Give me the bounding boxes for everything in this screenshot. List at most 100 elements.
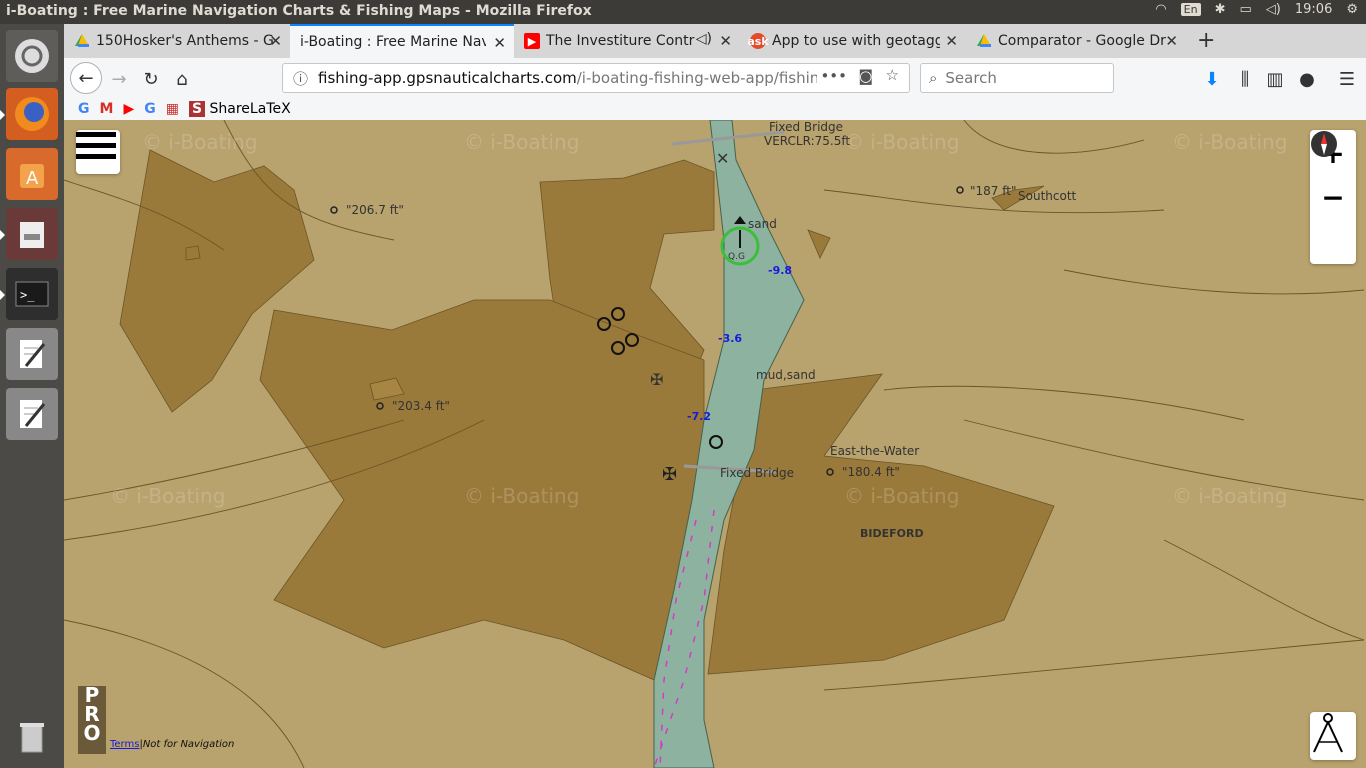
clock[interactable]: 19:06 [1295, 2, 1332, 17]
height-label: "203.4 ft" [392, 399, 450, 413]
url-bar[interactable]: ⓘ fishing-app.gpsnauticalcharts.com /i-b… [282, 63, 910, 93]
height-label: "187 ft" [970, 184, 1017, 198]
watermark: © i-Boating [1172, 130, 1288, 154]
compass-icon [1311, 131, 1337, 157]
search-icon: ⌕ [929, 69, 938, 87]
divider-compass-icon [1313, 713, 1343, 753]
firefox-icon[interactable] [0, 88, 58, 140]
watermark: © i-Boating [142, 130, 258, 154]
downloads-icon[interactable]: ⬇ [1197, 64, 1227, 94]
map-footer: Terms|Not for Navigation [110, 739, 235, 750]
sidebar-icon[interactable]: ▥ [1260, 64, 1290, 94]
bluetooth-icon[interactable]: ✱ [1215, 2, 1226, 17]
depth-sounding: -9.8 [768, 264, 793, 277]
navigation-bar: ← → ↻ ⌂ ⓘ fishing-app.gpsnauticalcharts.… [64, 58, 1366, 99]
sharelatex-icon: S [188, 101, 206, 117]
youtube-bookmark-icon[interactable]: ▶ [123, 101, 134, 117]
trash-icon[interactable] [6, 710, 58, 762]
light-label: Q.G [728, 252, 745, 262]
chart-map[interactable]: ✠ ✠ ✕ © i-Boating © i-Boating © i-Boatin… [64, 120, 1366, 768]
height-label: "180.4 ft" [842, 465, 900, 479]
terms-link[interactable]: Terms [110, 739, 139, 750]
ubuntu-dash-icon[interactable] [6, 30, 58, 82]
page-actions-icon[interactable]: ••• [820, 67, 847, 85]
text-editor-icon[interactable] [6, 388, 58, 440]
youtube-icon: ▶ [524, 33, 540, 49]
height-label: "206.7 ft" [346, 203, 404, 217]
home-button[interactable]: ⌂ [167, 64, 197, 94]
tab-strip: 150Hosker's Anthems - G ✕ i-Boating : Fr… [64, 24, 1366, 58]
zoom-out-button[interactable]: − [1321, 175, 1344, 219]
gmail-bookmark-icon[interactable]: M [100, 101, 114, 117]
wifi-icon[interactable]: ◠ [1155, 2, 1166, 17]
tab-app-geotag[interactable]: ask App to use with geotagg ✕ [740, 24, 966, 58]
close-icon[interactable]: ✕ [493, 34, 506, 52]
close-icon[interactable]: ✕ [269, 32, 282, 50]
land-area [807, 229, 831, 259]
watermark: © i-Boating [844, 130, 960, 154]
seabed-label: sand [748, 217, 777, 231]
text-editor-icon[interactable] [6, 328, 58, 380]
google-drive-icon [976, 33, 992, 49]
close-icon[interactable]: ✕ [719, 32, 732, 50]
menu-icon[interactable]: ☰ [1332, 64, 1362, 94]
tab-150hosker[interactable]: 150Hosker's Anthems - G ✕ [64, 24, 290, 58]
measure-tool-button[interactable] [1310, 712, 1356, 760]
watermark: © i-Boating [464, 484, 580, 508]
tab-investiture[interactable]: ▶ The Investiture Contr ◁) ✕ [514, 24, 740, 58]
bookmark-star-icon[interactable]: ☆ [886, 66, 899, 84]
land-area [185, 245, 201, 261]
map-canvas[interactable]: ✠ ✠ ✕ [64, 120, 1366, 768]
watermark: © i-Boating [844, 484, 960, 508]
church-icon: ✠ [650, 370, 663, 389]
close-icon[interactable]: ✕ [945, 32, 958, 50]
tab-iboating[interactable]: i-Boating : Free Marine Navi ✕ [290, 24, 514, 58]
search-box[interactable]: ⌕ Search [920, 63, 1114, 93]
watermark: © i-Boating [1172, 484, 1288, 508]
town-label: BIDEFORD [860, 527, 924, 540]
seabed-label: mud,sand [756, 368, 816, 382]
church-icon: ✠ [662, 464, 677, 485]
url-path: /i-boating-fishing-web-app/fishing [576, 69, 817, 87]
sharelatex-bookmark[interactable]: S ShareLaTeX [188, 101, 291, 117]
new-tab-button[interactable]: + [1197, 28, 1215, 53]
system-tray: ◠ En ✱ ▭ ◁) 19:06 ⚙ [1155, 2, 1358, 17]
launcher: A >_ [0, 24, 64, 768]
google-bookmark-icon[interactable]: G [78, 101, 90, 117]
library-icon[interactable]: ⫼ [1230, 64, 1260, 94]
top-panel: i-Boating : Free Marine Navigation Chart… [0, 0, 1366, 24]
hamburger-icon [76, 132, 116, 159]
keyboard-layout[interactable]: En [1180, 3, 1201, 16]
info-icon[interactable]: ⓘ [293, 68, 308, 89]
menu-button[interactable] [76, 130, 120, 174]
svg-text:A: A [26, 168, 39, 189]
extension-icon[interactable]: ● [1292, 64, 1322, 94]
software-center-icon[interactable]: A [6, 148, 58, 200]
place-label: Southcott [1018, 189, 1077, 203]
forward-button[interactable]: → [104, 64, 134, 94]
land-area [707, 373, 1055, 675]
close-icon[interactable]: ✕ [1165, 32, 1178, 50]
bookmarks-bar: G M ▶ G ▦ S ShareLaTeX [64, 98, 1366, 120]
gear-icon[interactable]: ⚙ [1346, 2, 1358, 17]
ask-icon: ask [747, 33, 769, 49]
pro-badge[interactable]: PRO [78, 685, 106, 754]
window-title: i-Boating : Free Marine Navigation Chart… [6, 3, 592, 19]
url-host: fishing-app.gpsnauticalcharts.com [318, 69, 577, 87]
reload-button[interactable]: ↻ [136, 64, 166, 94]
terminal-icon[interactable]: >_ [0, 268, 58, 320]
map-controls: + − [1310, 130, 1356, 264]
volume-icon[interactable]: ◁) [1266, 2, 1281, 17]
battery-icon[interactable]: ▭ [1240, 2, 1252, 17]
speaker-icon[interactable]: ◁) [696, 31, 712, 47]
back-button[interactable]: ← [70, 62, 102, 94]
place-label: East-the-Water [830, 444, 920, 458]
files-icon[interactable] [0, 208, 58, 260]
clearance-label: VERCLR:75.5ft [764, 134, 851, 148]
tab-comparator[interactable]: Comparator - Google Dr ✕ [966, 24, 1186, 58]
depth-sounding: -7.2 [687, 410, 712, 423]
google-bookmark-icon[interactable]: G [144, 101, 156, 117]
pocket-icon[interactable]: ◙ [858, 67, 873, 85]
bridge-label: Fixed Bridge [769, 120, 844, 134]
dictionary-bookmark-icon[interactable]: ▦ [166, 101, 179, 117]
